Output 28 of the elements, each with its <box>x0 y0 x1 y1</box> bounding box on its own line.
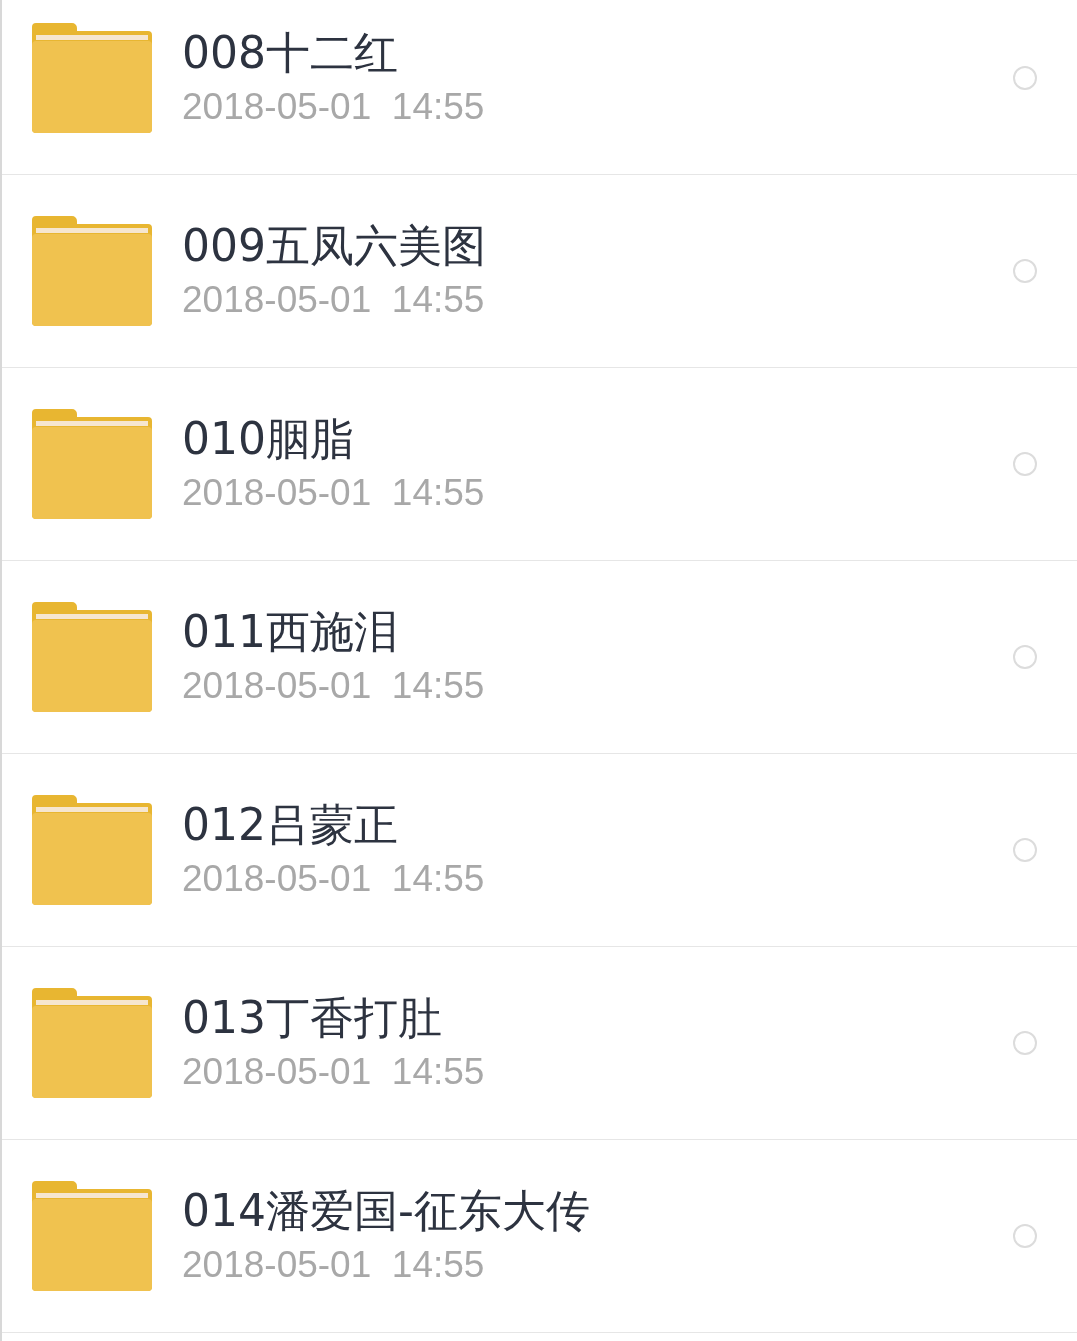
modified-date: 2018-05-01 14:55 <box>182 472 486 514</box>
select-radio[interactable] <box>1013 1031 1037 1055</box>
folder-name: 014潘爱国-征东大传 <box>182 1186 591 1237</box>
select-radio[interactable] <box>1013 259 1037 283</box>
folder-name: 011西施泪 <box>182 607 399 658</box>
folder-icon <box>30 409 152 519</box>
folder-name: 012吕蒙正 <box>182 800 399 851</box>
folder-name: 013丁香打肚 <box>182 993 443 1044</box>
folder-icon <box>30 795 152 905</box>
modified-date: 2018-05-01 14:55 <box>182 1244 486 1286</box>
modified-date: 2018-05-01 14:55 <box>182 1051 486 1093</box>
select-radio[interactable] <box>1013 645 1037 669</box>
folder-icon <box>30 216 152 326</box>
select-radio[interactable] <box>1013 452 1037 476</box>
modified-date: 2018-05-01 14:55 <box>182 279 486 321</box>
select-radio[interactable] <box>1013 66 1037 90</box>
folder-icon <box>30 988 152 1098</box>
modified-date: 2018-05-01 14:55 <box>182 858 486 900</box>
select-radio[interactable] <box>1013 1224 1037 1248</box>
folder-icon <box>30 602 152 712</box>
modified-date: 2018-05-01 14:55 <box>182 86 486 128</box>
modified-date: 2018-05-01 14:55 <box>182 665 486 707</box>
folder-name: 008十二红 <box>182 28 399 79</box>
folder-name: 010胭脂 <box>182 414 355 465</box>
folder-icon <box>30 1181 152 1291</box>
folder-name: 009五凤六美图 <box>182 221 487 272</box>
folder-icon <box>30 23 152 133</box>
select-radio[interactable] <box>1013 838 1037 862</box>
